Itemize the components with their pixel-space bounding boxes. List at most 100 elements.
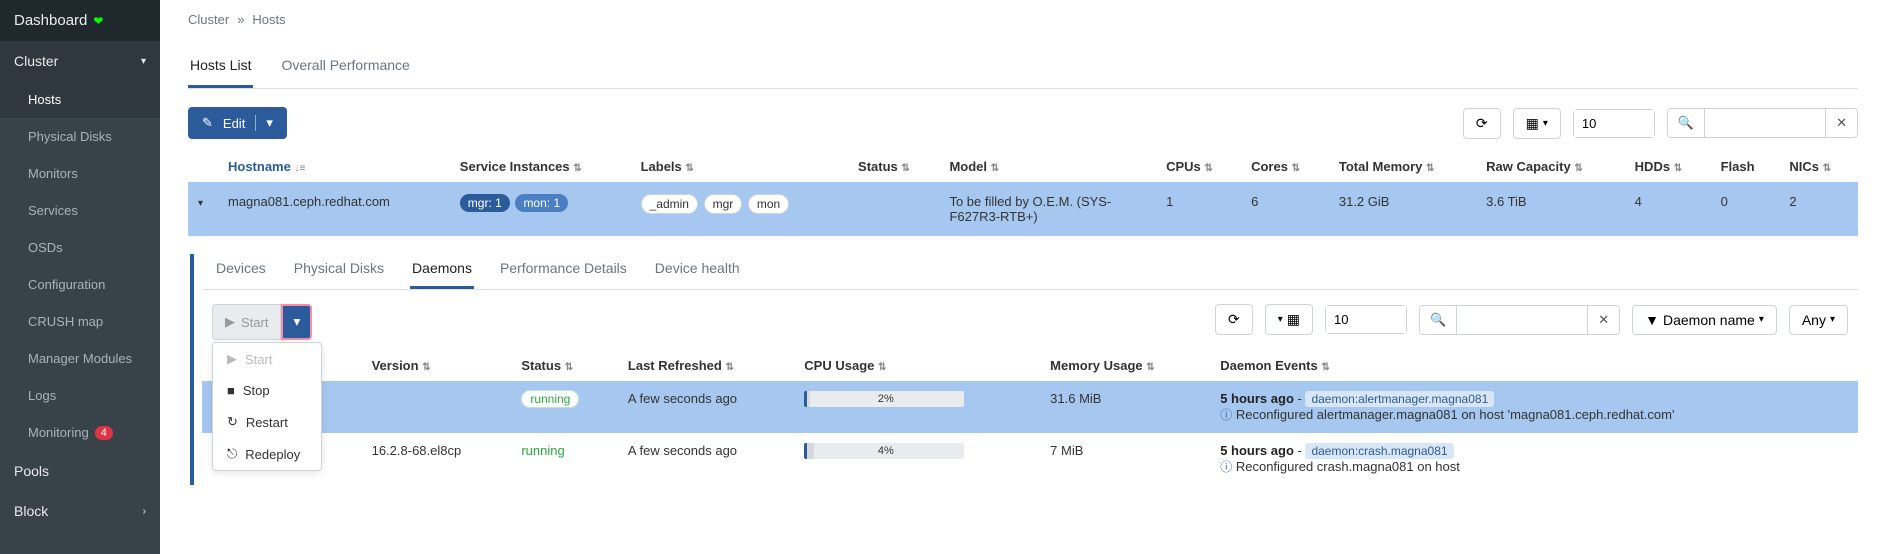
col-flash[interactable]: Flash	[1711, 151, 1780, 182]
col-cores[interactable]: Cores ⇅	[1241, 151, 1329, 182]
clear-search-button[interactable]: ✕	[1825, 109, 1857, 137]
breadcrumb: Cluster » Hosts	[188, 12, 1858, 27]
col-status[interactable]: Status ⇅	[848, 151, 939, 182]
sort-icon: ⇅	[1292, 163, 1300, 174]
tab-hosts-list[interactable]: Hosts List	[188, 51, 253, 88]
daemon-columns-button[interactable]: ▾▦	[1265, 304, 1313, 335]
host-nics: 2	[1779, 182, 1858, 236]
chevron-down-icon: ▾	[141, 56, 146, 67]
restart-icon: ↻	[227, 414, 238, 430]
daemon-filter-select[interactable]: ▼ Daemon name ▾	[1632, 305, 1777, 335]
dcol-refreshed[interactable]: Last Refreshed ⇅	[618, 350, 794, 381]
sort-icon: ⇅	[565, 362, 573, 373]
sort-asc-icon: ↓≡	[294, 163, 305, 174]
host-hdds: 4	[1625, 182, 1711, 236]
main-tabs: Hosts List Overall Performance	[188, 51, 1858, 89]
host-row[interactable]: ▾ magna081.ceph.redhat.com mgr: 1 mon: 1…	[188, 182, 1858, 236]
sidebar-item-osds[interactable]: OSDs	[0, 229, 160, 266]
chevron-right-icon: ›	[143, 506, 146, 517]
clear-search-button[interactable]: ✕	[1587, 306, 1619, 334]
col-labels[interactable]: Labels ⇅	[631, 151, 848, 182]
daemon-row[interactable]: alertmanager. running A few seconds ago …	[202, 381, 1858, 433]
col-cpus[interactable]: CPUs ⇅	[1156, 151, 1241, 182]
svc-mon-pill: mon: 1	[515, 194, 568, 212]
dcol-mem[interactable]: Memory Usage ⇅	[1040, 350, 1210, 381]
sidebar-item-monitoring[interactable]: Monitoring 4	[0, 414, 160, 451]
sidebar-item-manager-modules[interactable]: Manager Modules	[0, 340, 160, 377]
subtab-daemons[interactable]: Daemons	[410, 254, 474, 289]
sidebar-item-monitors[interactable]: Monitors	[0, 155, 160, 192]
refresh-icon: ⟳	[1476, 115, 1488, 132]
daemon-search-input[interactable]	[1457, 306, 1587, 333]
sidebar-section-pools[interactable]: Pools	[0, 451, 160, 491]
host-model: To be filled by O.E.M. (SYS-F627R3-RTB+)	[939, 182, 1156, 236]
col-model[interactable]: Model ⇅	[939, 151, 1156, 182]
refresh-button[interactable]: ⟳	[1463, 108, 1501, 139]
svc-mgr-pill: mgr: 1	[460, 194, 510, 212]
host-status	[848, 182, 939, 236]
sidebar-item-physical-disks[interactable]: Physical Disks	[0, 118, 160, 155]
grid-icon: ▦	[1526, 115, 1539, 132]
host-detail-tabs: Devices Physical Disks Daemons Performan…	[202, 254, 1858, 290]
host-cpus: 1	[1156, 182, 1241, 236]
col-hdds[interactable]: HDDs ⇅	[1625, 151, 1711, 182]
edit-button[interactable]: ✎ Edit ▾	[188, 107, 287, 139]
breadcrumb-cluster[interactable]: Cluster	[188, 12, 229, 27]
event-tag: daemon:crash.magna081	[1305, 443, 1453, 459]
dcol-cpu[interactable]: CPU Usage ⇅	[794, 350, 1040, 381]
sidebar-item-crush-map[interactable]: CRUSH map	[0, 303, 160, 340]
expand-toggle-icon[interactable]: ▾	[198, 198, 203, 209]
event-time: 5 hours ago	[1220, 443, 1294, 458]
actions-dropdown-toggle[interactable]: ▾	[281, 304, 312, 340]
col-hostname[interactable]: Hostname ↓≡	[218, 151, 450, 182]
host-cores: 6	[1241, 182, 1329, 236]
start-button: ▶ Start	[212, 304, 281, 340]
subtab-physical-disks[interactable]: Physical Disks	[292, 254, 386, 289]
menu-redeploy[interactable]: ⎋Redeploy	[213, 438, 321, 470]
dcol-version[interactable]: Version ⇅	[362, 350, 512, 381]
refresh-icon: ⟳	[1228, 311, 1240, 328]
subtab-device-health[interactable]: Device health	[653, 254, 742, 289]
page-size-input[interactable]	[1573, 109, 1655, 138]
col-memory[interactable]: Total Memory ⇅	[1329, 151, 1476, 182]
sort-icon: ⇅	[1146, 362, 1154, 373]
dcol-status[interactable]: Status ⇅	[511, 350, 618, 381]
daemon-row[interactable]: crash.magna081 16.2.8-68.el8cp running A…	[202, 433, 1858, 485]
col-service-instances[interactable]: Service Instances ⇅	[450, 151, 631, 182]
any-filter-select[interactable]: Any ▾	[1789, 305, 1848, 335]
tab-overall-performance[interactable]: Overall Performance	[279, 51, 411, 88]
columns-button[interactable]: ▦▾	[1513, 108, 1561, 139]
subtab-performance-details[interactable]: Performance Details	[498, 254, 629, 289]
caret-down-icon: ▾	[255, 115, 273, 131]
menu-restart[interactable]: ↻Restart	[213, 406, 321, 438]
sidebar-section-cluster[interactable]: Cluster ▾	[0, 41, 160, 81]
search-input[interactable]	[1705, 110, 1825, 137]
daemon-page-size-input[interactable]	[1325, 305, 1407, 334]
daemon-refreshed: A few seconds ago	[618, 381, 794, 433]
event-time: 5 hours ago	[1220, 391, 1294, 406]
play-icon: ▶	[225, 314, 235, 330]
sidebar-item-hosts[interactable]: Hosts	[0, 81, 160, 118]
event-tag: daemon:alertmanager.magna081	[1305, 391, 1494, 407]
col-raw[interactable]: Raw Capacity ⇅	[1476, 151, 1625, 182]
daemon-refresh-button[interactable]: ⟳	[1215, 304, 1253, 335]
host-flash: 0	[1711, 182, 1780, 236]
daemon-mem: 31.6 MiB	[1040, 381, 1210, 433]
search-box: 🔍 ✕	[1667, 108, 1858, 138]
menu-stop[interactable]: ■Stop	[213, 375, 321, 406]
hosts-table: Hostname ↓≡ Service Instances ⇅ Labels ⇅…	[188, 151, 1858, 236]
breadcrumb-hosts: Hosts	[252, 12, 285, 27]
dcol-events[interactable]: Daemon Events ⇅	[1210, 350, 1858, 381]
event-msg: Reconfigured alertmanager.magna081 on ho…	[1236, 407, 1675, 422]
cpu-usage-bar: 4%	[804, 443, 964, 459]
subtab-devices[interactable]: Devices	[214, 254, 268, 289]
caret-down-icon: ▾	[1543, 118, 1548, 129]
col-nics[interactable]: NICs ⇅	[1779, 151, 1858, 182]
label-mgr-pill: mgr	[704, 194, 743, 214]
sidebar-item-services[interactable]: Services	[0, 192, 160, 229]
sort-icon: ⇅	[422, 362, 430, 373]
sidebar-item-configuration[interactable]: Configuration	[0, 266, 160, 303]
dashboard-link[interactable]: Dashboard ❤	[0, 0, 160, 41]
sidebar-section-block[interactable]: Block ›	[0, 491, 160, 531]
sidebar-item-logs[interactable]: Logs	[0, 377, 160, 414]
